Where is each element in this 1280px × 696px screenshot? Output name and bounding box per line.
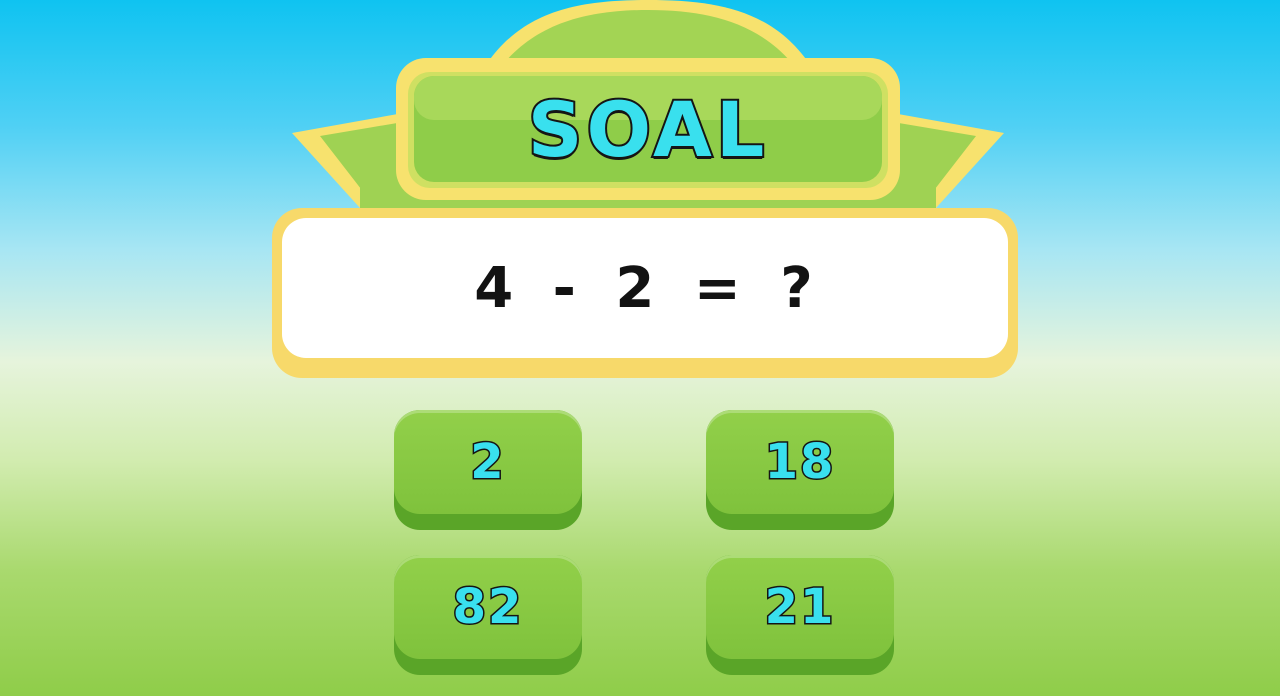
answer-button-1[interactable]: 2: [394, 410, 582, 530]
answer-label: 82: [451, 578, 524, 637]
answer-button-face[interactable]: 82: [394, 555, 582, 659]
answer-label: 18: [763, 433, 836, 492]
title-text: SOAL: [526, 83, 769, 176]
answer-button-face[interactable]: 2: [394, 410, 582, 514]
question-card: 4 - 2 = ?: [282, 218, 1008, 358]
answer-button-3[interactable]: 82: [394, 555, 582, 675]
question-panel: 4 - 2 = ?: [272, 208, 1018, 378]
answer-button-4[interactable]: 21: [706, 555, 894, 675]
answer-button-face[interactable]: 18: [706, 410, 894, 514]
answer-button-face[interactable]: 21: [706, 555, 894, 659]
answer-label: 21: [763, 578, 836, 637]
title-banner: SOAL: [290, 0, 1006, 215]
answer-button-2[interactable]: 18: [706, 410, 894, 530]
question-text: 4 - 2 = ?: [474, 255, 816, 321]
answer-label: 2: [469, 433, 506, 492]
